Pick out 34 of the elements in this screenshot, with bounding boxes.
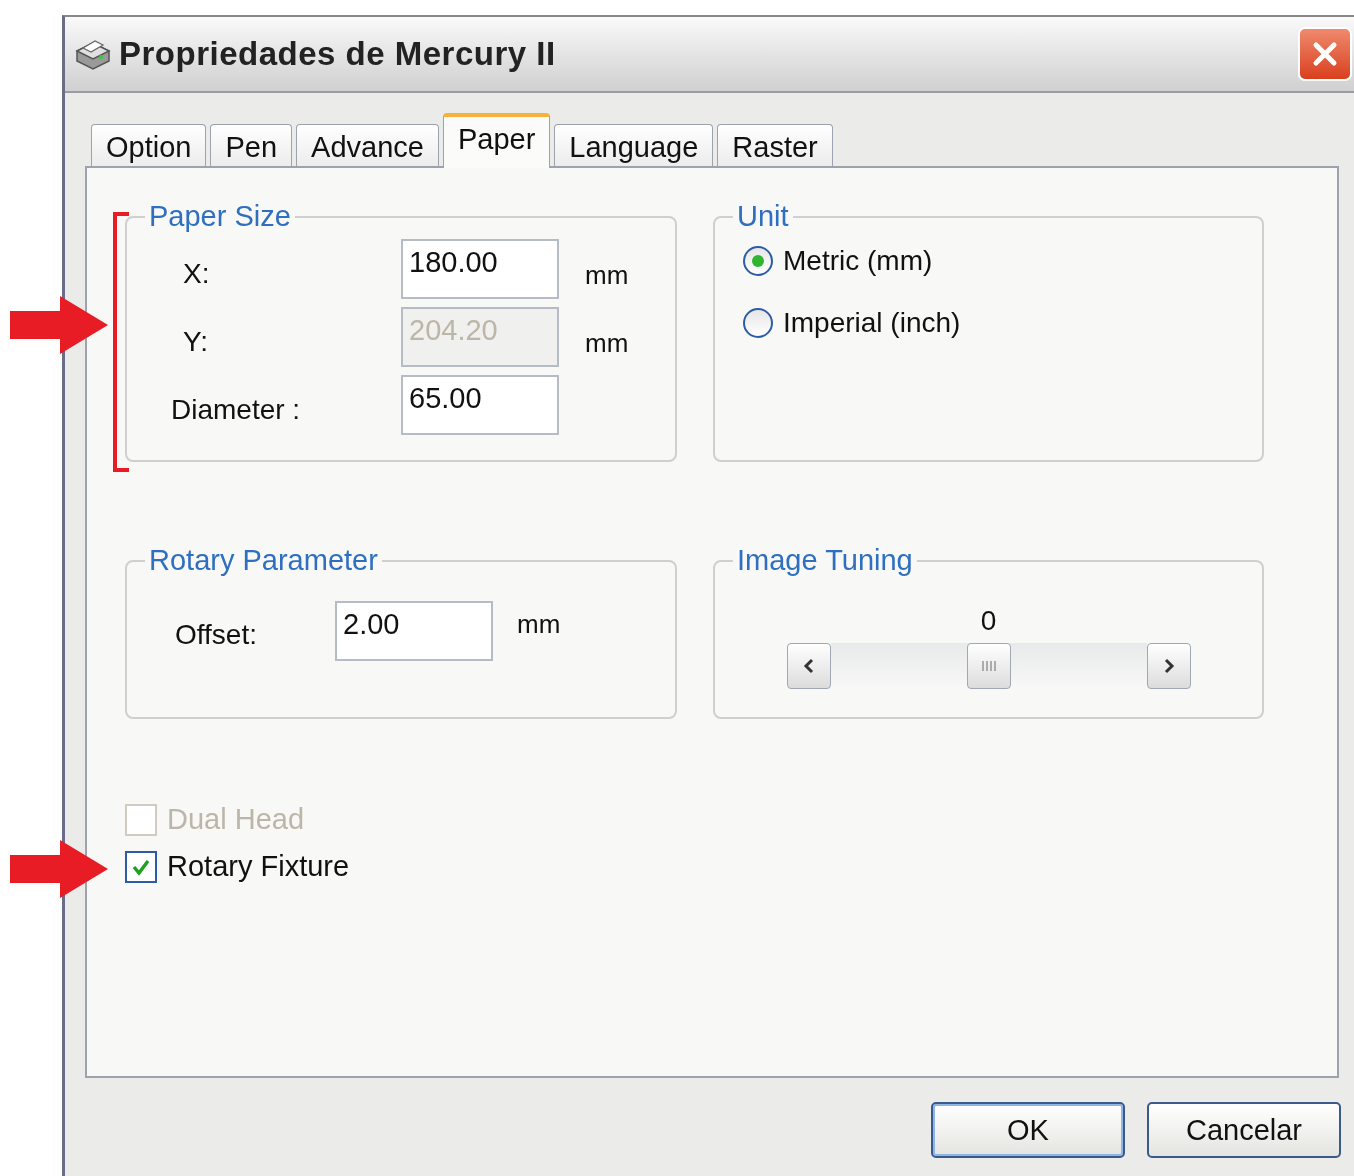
field-label: X: (183, 257, 211, 290)
slider-value: 0 (980, 605, 997, 637)
field-label: Offset: (175, 618, 258, 651)
checkbox-option[interactable]: Rotary Fixture (125, 850, 1337, 883)
dialog-button[interactable]: OK (931, 1102, 1125, 1158)
tab[interactable]: Pen (210, 124, 293, 166)
group-title: Unit (736, 200, 790, 233)
group-title: Image Tuning (736, 544, 914, 577)
unit-label: mm (516, 608, 561, 640)
radio-button[interactable] (743, 308, 773, 338)
close-button[interactable] (1298, 27, 1352, 81)
radio-button[interactable] (743, 246, 773, 276)
tab[interactable]: Paper (442, 113, 551, 168)
tab[interactable]: Raster (717, 124, 833, 166)
checkbox[interactable] (125, 850, 157, 883)
field-label: Diameter : (171, 393, 302, 426)
radio-option[interactable]: Metric (mm) (743, 245, 1262, 277)
left-arrow-button[interactable] (786, 643, 831, 689)
group-title: Rotary Parameter (148, 544, 379, 577)
group-title: Paper Size (148, 200, 292, 233)
radio-option[interactable]: Imperial (inch) (743, 307, 1262, 339)
field-label: Y: (183, 325, 209, 358)
dialog-button[interactable]: Cancelar (1147, 1102, 1341, 1158)
right-arrow-button[interactable] (1146, 643, 1191, 689)
unit-label: mm (584, 326, 630, 359)
input-field[interactable]: 65.00 (401, 375, 559, 435)
tab[interactable]: Option (91, 124, 207, 166)
tab[interactable]: Advance (296, 124, 439, 166)
input-field[interactable]: 180.00 (401, 239, 559, 299)
input-field[interactable]: 2.00 (335, 601, 493, 661)
window-title: Propriedades de Mercury II (119, 35, 557, 73)
slider-thumb[interactable] (966, 643, 1011, 689)
tab[interactable]: Language (554, 124, 714, 166)
unit-label: mm (584, 258, 630, 291)
